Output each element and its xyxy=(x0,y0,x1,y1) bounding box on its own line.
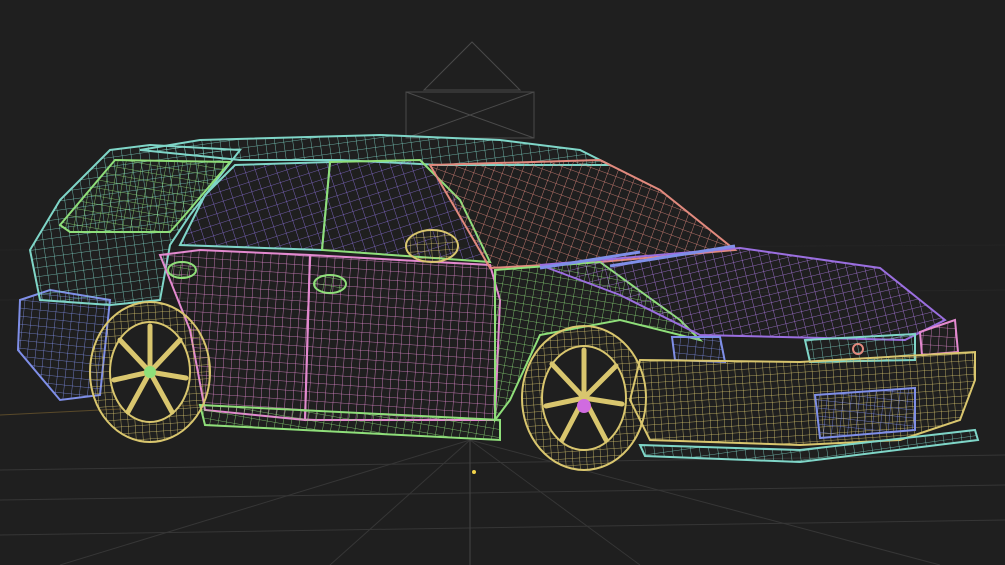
headlight[interactable] xyxy=(670,336,727,364)
front-wheel[interactable] xyxy=(521,325,647,471)
rear-hub-icon xyxy=(144,366,156,378)
rear-wheel[interactable] xyxy=(89,301,211,443)
origin-marker xyxy=(472,470,476,474)
camera-gizmo-icon[interactable] xyxy=(405,41,535,139)
front-bumper[interactable] xyxy=(628,350,976,447)
front-hub-icon xyxy=(577,399,591,413)
side-mirror[interactable] xyxy=(405,229,459,263)
lower-intake[interactable] xyxy=(813,386,916,440)
wireframe-scene[interactable] xyxy=(0,0,1005,565)
3d-viewport[interactable] xyxy=(0,0,1005,565)
door-handle-front[interactable] xyxy=(313,274,347,294)
door-handle-rear[interactable] xyxy=(167,261,197,279)
